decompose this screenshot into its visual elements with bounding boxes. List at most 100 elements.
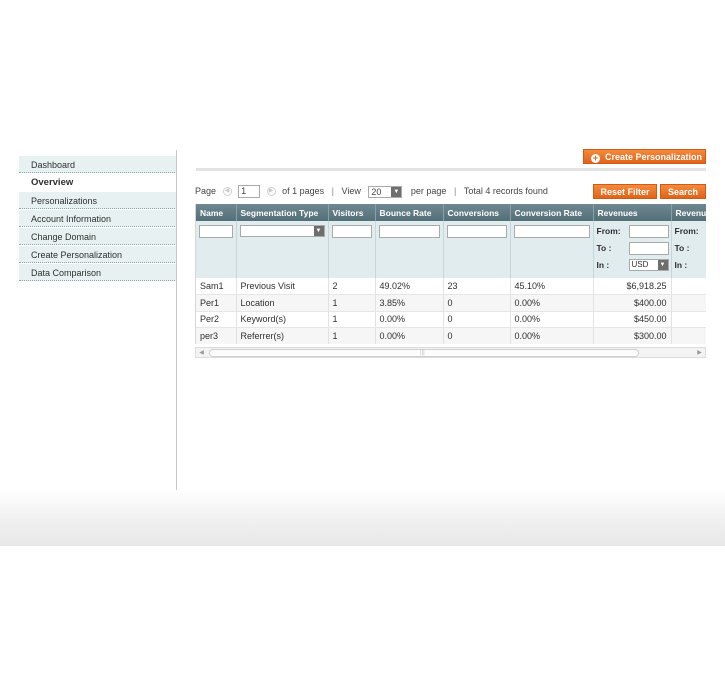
cell-revenue bbox=[671, 311, 706, 328]
reset-filter-button[interactable]: Reset Filter bbox=[593, 184, 657, 199]
grid-filter-row: ▼ From: To : In : USD ▼ From: To : In: bbox=[196, 221, 706, 278]
filter-cell: ▼ bbox=[236, 221, 329, 278]
chevron-down-icon: ▼ bbox=[391, 186, 402, 197]
cell-revenues: $400.00 bbox=[593, 294, 672, 312]
sidebar-item-personalizations[interactable]: Personalizations bbox=[19, 191, 177, 209]
sidebar-item-change-domain[interactable]: Change Domain bbox=[19, 227, 177, 245]
column-header-conversions[interactable]: Conversions bbox=[443, 204, 511, 221]
filter-cell: From: To : In : bbox=[671, 221, 706, 278]
cell-conversion-rate: 0.00% bbox=[510, 294, 594, 312]
range-to-label: To : bbox=[596, 243, 612, 253]
sidebar-item-create-personalization[interactable]: Create Personalization bbox=[19, 245, 177, 263]
sidebar-item-account-information[interactable]: Account Information bbox=[19, 209, 177, 227]
conversions-filter-input[interactable] bbox=[446, 225, 507, 238]
page-label: Page bbox=[195, 186, 217, 197]
cell-revenue bbox=[671, 327, 706, 344]
currency-select[interactable]: USD ▼ bbox=[628, 259, 669, 271]
visitors-filter-input[interactable] bbox=[331, 225, 372, 238]
range-row: To : bbox=[675, 242, 707, 259]
scroll-left-icon[interactable]: ◀ bbox=[197, 349, 206, 357]
column-header-segmentation-type[interactable]: Segmentation Type bbox=[236, 204, 329, 221]
previous-page-icon[interactable]: ◀ bbox=[222, 187, 232, 197]
cell-conversion-rate: 45.10% bbox=[510, 278, 594, 295]
scrollbar-thumb[interactable]: ||| bbox=[209, 349, 639, 357]
cell-name: Per2 bbox=[196, 311, 237, 328]
per-page-label: per page bbox=[410, 186, 447, 197]
page-number-input[interactable]: 1 bbox=[238, 185, 261, 199]
header-divider bbox=[196, 168, 706, 171]
revenues-range-filter: From: To : In : USD ▼ bbox=[596, 225, 669, 276]
bounce-rate-filter-input[interactable] bbox=[378, 225, 440, 238]
table-row[interactable]: Sam1 Previous Visit 2 49.02% 23 45.10% $… bbox=[196, 278, 706, 295]
column-header-visitors[interactable]: Visitors bbox=[328, 204, 376, 221]
cell-segmentation-type: Location bbox=[236, 294, 329, 312]
cell-revenues: $6,918.25 bbox=[593, 278, 672, 295]
sidebar-item-data-comparison[interactable]: Data Comparison bbox=[19, 263, 177, 281]
cell-name: Sam1 bbox=[196, 278, 237, 295]
pager: Page ◀ 1 ▶ of 1 pages | View 20 ▼ per pag… bbox=[195, 184, 548, 199]
cell-segmentation-type: Referrer(s) bbox=[236, 327, 329, 344]
column-header-conversion-rate[interactable]: Conversion Rate bbox=[510, 204, 594, 221]
filter-cell bbox=[510, 221, 594, 278]
column-header-bounce-rate[interactable]: Bounce Rate bbox=[375, 204, 444, 221]
table-row[interactable]: Per2 Keyword(s) 1 0.00% 0 0.00% $450.00 bbox=[196, 311, 706, 328]
page-bottom-fade bbox=[0, 490, 725, 546]
table-row[interactable]: Per1 Location 1 3.85% 0 0.00% $400.00 bbox=[196, 294, 706, 312]
range-row: From: bbox=[675, 225, 707, 242]
range-in-label: In : bbox=[596, 260, 610, 270]
sidebar-divider bbox=[176, 150, 177, 490]
cell-bounce-rate: 3.85% bbox=[375, 294, 444, 312]
cell-revenue bbox=[671, 278, 706, 295]
sidebar-item-overview[interactable]: Overview bbox=[19, 173, 177, 191]
search-button[interactable]: Search bbox=[660, 184, 706, 199]
of-pages-text: of 1 pages bbox=[282, 186, 325, 197]
name-filter-input[interactable] bbox=[199, 225, 233, 238]
segmentation-type-filter-select[interactable]: ▼ bbox=[239, 225, 325, 237]
cell-bounce-rate: 0.00% bbox=[375, 311, 444, 328]
cell-segmentation-type: Keyword(s) bbox=[236, 311, 329, 328]
next-page-icon[interactable]: ▶ bbox=[266, 187, 276, 197]
cell-conversions: 0 bbox=[443, 327, 511, 344]
scroll-right-icon[interactable]: ▶ bbox=[695, 349, 704, 357]
range-row: From: bbox=[596, 225, 669, 242]
range-row: To : bbox=[596, 242, 669, 259]
grid-table: Name Segmentation Type Visitors Bounce R… bbox=[196, 204, 706, 344]
cell-visitors: 1 bbox=[328, 327, 376, 344]
column-header-revenues[interactable]: Revenues bbox=[593, 204, 672, 221]
plus-circle-icon: + bbox=[591, 153, 600, 163]
revenue-range-filter: From: To : In : bbox=[675, 225, 707, 276]
per-page-select[interactable]: 20 ▼ bbox=[368, 185, 403, 198]
create-personalization-label: Create Personalization bbox=[605, 152, 703, 162]
revenues-to-input[interactable] bbox=[628, 242, 669, 255]
cell-bounce-rate: 0.00% bbox=[375, 327, 444, 344]
cell-visitors: 1 bbox=[328, 311, 376, 328]
cell-revenues: $300.00 bbox=[593, 327, 672, 344]
range-from-label: From: bbox=[596, 226, 621, 236]
cell-conversion-rate: 0.00% bbox=[510, 311, 594, 328]
sidebar-item-dashboard[interactable]: Dashboard bbox=[19, 155, 177, 173]
cell-revenue bbox=[671, 294, 706, 312]
pager-separator: | bbox=[331, 186, 334, 197]
filter-cell bbox=[375, 221, 444, 278]
filter-cell bbox=[443, 221, 511, 278]
grid-horizontal-scrollbar[interactable]: ◀ ||| ▶ bbox=[195, 347, 706, 358]
chevron-down-icon: ▼ bbox=[657, 260, 668, 270]
column-header-name[interactable]: Name bbox=[196, 204, 237, 221]
pager-separator: | bbox=[453, 186, 457, 197]
cell-revenues: $450.00 bbox=[593, 311, 672, 328]
table-row[interactable]: per3 Referrer(s) 1 0.00% 0 0.00% $300.00 bbox=[196, 327, 706, 344]
filter-cell bbox=[328, 221, 376, 278]
create-personalization-button[interactable]: + Create Personalization bbox=[583, 149, 706, 164]
cell-conversions: 23 bbox=[443, 278, 511, 295]
range-row: In : USD ▼ bbox=[596, 259, 669, 276]
conversion-rate-filter-input[interactable] bbox=[513, 225, 590, 238]
revenues-from-input[interactable] bbox=[628, 225, 669, 238]
column-header-revenue[interactable]: Revenue bbox=[671, 204, 706, 221]
personalizations-grid: Name Segmentation Type Visitors Bounce R… bbox=[195, 204, 706, 344]
currency-value: USD bbox=[631, 260, 649, 269]
cell-visitors: 1 bbox=[328, 294, 376, 312]
range-from-label: From: bbox=[674, 226, 699, 236]
view-label: View bbox=[341, 186, 361, 197]
grid-header-row: Name Segmentation Type Visitors Bounce R… bbox=[196, 204, 706, 221]
filter-cell: From: To : In : USD ▼ bbox=[593, 221, 672, 278]
